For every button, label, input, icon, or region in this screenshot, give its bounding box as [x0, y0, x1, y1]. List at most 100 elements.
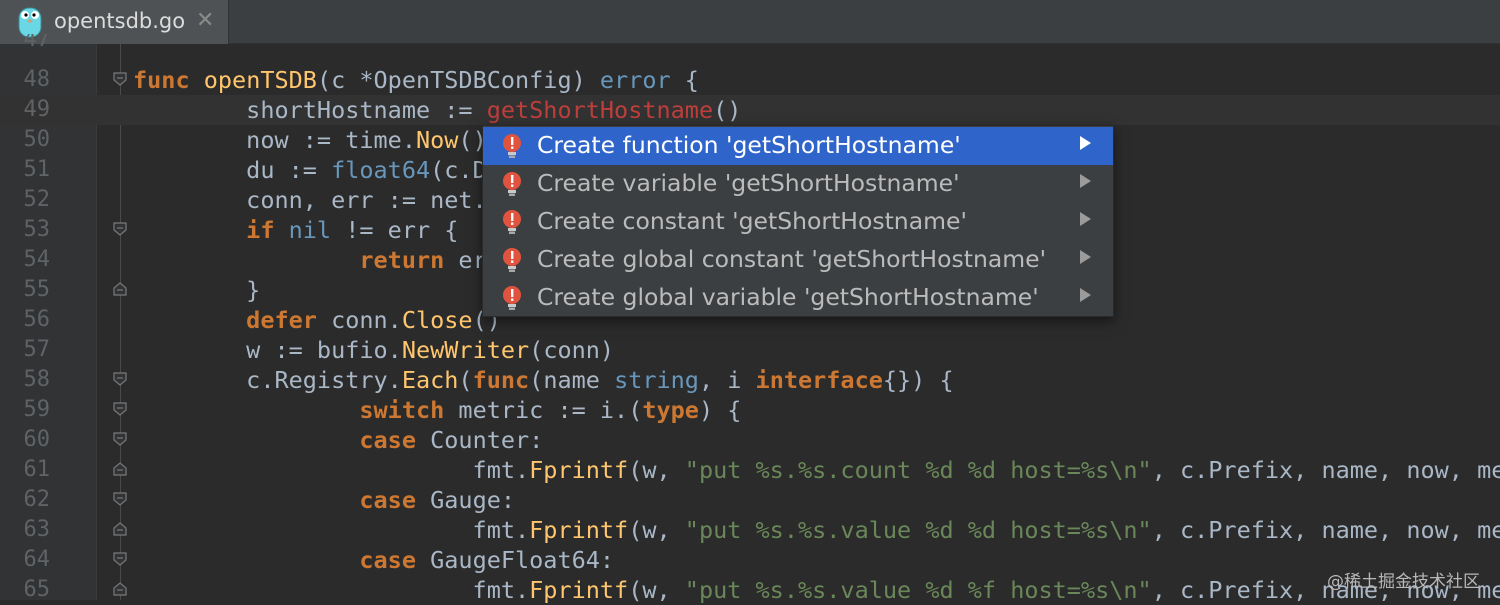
- token: conn.: [331, 306, 402, 334]
- submenu-arrow-icon: [1080, 250, 1091, 264]
- line-number: 54: [23, 247, 51, 272]
- popup-item-label: Create variable 'getShortHostname': [537, 169, 960, 197]
- line-number: 56: [23, 307, 51, 332]
- token: (c.D: [430, 156, 487, 184]
- popup-item-label: Create constant 'getShortHostname': [537, 207, 967, 235]
- fold-collapse-icon[interactable]: [113, 72, 127, 86]
- token: , i: [698, 366, 756, 394]
- popup-item-create-variable[interactable]: Create variable 'getShortHostname': [483, 165, 1113, 203]
- token: string: [614, 366, 699, 394]
- line-number: 52: [23, 187, 51, 212]
- line-number: 57: [23, 337, 51, 362]
- code-text: defer conn.Close(): [133, 305, 501, 335]
- token: metric := i.(: [458, 396, 643, 424]
- token: defer: [133, 306, 332, 334]
- popup-item-label: Create global constant 'getShortHostname…: [537, 245, 1047, 273]
- line-number: 63: [23, 517, 51, 542]
- fold-collapse-icon[interactable]: [113, 492, 127, 506]
- fold-collapse-icon[interactable]: [113, 222, 127, 236]
- fold-end-icon[interactable]: [113, 582, 127, 596]
- editor-tab-bar: opentsdb.go ✕: [0, 0, 1500, 44]
- fold-collapse-icon[interactable]: [113, 372, 127, 386]
- fold-end-icon[interactable]: [113, 282, 127, 296]
- code-text: func openTSDB(c *OpenTSDBConfig) error {: [133, 65, 699, 95]
- line-number: 58: [23, 367, 51, 392]
- line-number: 50: [23, 127, 51, 152]
- token: {}) {: [882, 366, 954, 394]
- token: du :=: [133, 156, 332, 184]
- code-text: now := time.Now(): [133, 125, 487, 155]
- token: Fprintf: [529, 456, 629, 484]
- popup-item-create-global-constant[interactable]: Create global constant 'getShortHostname…: [483, 241, 1113, 279]
- token: case: [133, 546, 431, 574]
- unresolved-reference[interactable]: getShortHostname: [487, 96, 713, 124]
- token: Each: [401, 366, 459, 394]
- token: fmt.: [133, 516, 530, 544]
- red-bulb-icon: [503, 134, 521, 158]
- token: "put %s.%s.value %d %d host=%s\n": [684, 516, 1152, 544]
- fold-end-icon[interactable]: [113, 462, 127, 476]
- code-text: fmt.Fprintf(w, "put %s.%s.count %d %d ho…: [133, 455, 1500, 485]
- line-number: 48: [23, 67, 51, 92]
- watermark-text: @稀土掘金技术社区: [1327, 572, 1480, 592]
- code-line-58: 58 c.Registry.Each(func(name string, i i…: [0, 365, 1500, 395]
- line-number: 65: [23, 577, 51, 602]
- line-number: 62: [23, 487, 51, 512]
- token: now := time.: [133, 126, 416, 154]
- red-bulb-icon: [503, 172, 521, 196]
- tab-close-icon[interactable]: ✕: [196, 8, 214, 33]
- token: if: [133, 216, 289, 244]
- token: Counter:: [430, 426, 544, 454]
- token: , c.Prefix, name, now, met: [1151, 456, 1500, 484]
- code-text: c.Registry.Each(func(name string, i inte…: [133, 365, 954, 395]
- token: conn, err := net.: [133, 186, 487, 214]
- token: c.Registry.: [133, 366, 402, 394]
- popup-item-create-function[interactable]: Create function 'getShortHostname': [483, 127, 1113, 165]
- popup-item-create-constant[interactable]: Create constant 'getShortHostname': [483, 203, 1113, 241]
- token: {: [670, 66, 699, 94]
- code-line-65: 65 fmt.Fprintf(w, "put %s.%s.value %d %f…: [0, 575, 1500, 605]
- token: ) {: [698, 396, 742, 424]
- code-text: case GaugeFloat64:: [133, 545, 614, 575]
- token: , c.Prefix, name, now, met: [1151, 516, 1500, 544]
- token: switch: [133, 396, 459, 424]
- line-number: 60: [23, 427, 51, 452]
- code-line-64: 64 case GaugeFloat64:: [0, 545, 1500, 575]
- token: nil: [288, 216, 332, 244]
- fold-collapse-icon[interactable]: [113, 432, 127, 446]
- token: float64: [331, 156, 431, 184]
- code-line-62: 62 case Gauge:: [0, 485, 1500, 515]
- line-number: 64: [23, 547, 51, 572]
- fold-collapse-icon[interactable]: [113, 402, 127, 416]
- line-number: 61: [23, 457, 51, 482]
- token: (: [458, 366, 473, 394]
- token: (w,: [628, 456, 685, 484]
- token: (): [713, 96, 742, 124]
- token: NewWriter: [401, 336, 530, 364]
- line-number: 49: [23, 97, 51, 122]
- fold-collapse-icon[interactable]: [113, 552, 127, 566]
- token: "put %s.%s.count %d %d host=%s\n": [684, 456, 1152, 484]
- code-text: w := bufio.NewWriter(conn): [133, 335, 614, 365]
- red-bulb-icon: [503, 286, 521, 310]
- token: }: [133, 276, 261, 304]
- token: Close: [401, 306, 473, 334]
- fold-end-icon[interactable]: [113, 522, 127, 536]
- token: func: [472, 366, 530, 394]
- code-text: return er: [133, 245, 486, 275]
- token: interface: [755, 366, 883, 394]
- red-bulb-icon: [503, 210, 521, 234]
- token: case: [133, 486, 431, 514]
- token: Fprintf: [529, 516, 629, 544]
- token: (conn): [529, 336, 615, 364]
- submenu-arrow-icon: [1080, 136, 1091, 150]
- code-line-49: 49 shortHostname := getShortHostname(): [0, 95, 1500, 125]
- popup-item-label: Create global variable 'getShortHostname…: [537, 283, 1039, 311]
- tab-title: opentsdb.go: [54, 9, 186, 33]
- code-text: shortHostname := getShortHostname(): [133, 95, 741, 125]
- popup-item-create-global-variable[interactable]: Create global variable 'getShortHostname…: [483, 279, 1113, 317]
- token: (name: [529, 366, 615, 394]
- token: != err {: [331, 216, 459, 244]
- token: (c *OpenTSDBConfig): [316, 66, 600, 94]
- popup-item-label: Create function 'getShortHostname': [537, 131, 961, 159]
